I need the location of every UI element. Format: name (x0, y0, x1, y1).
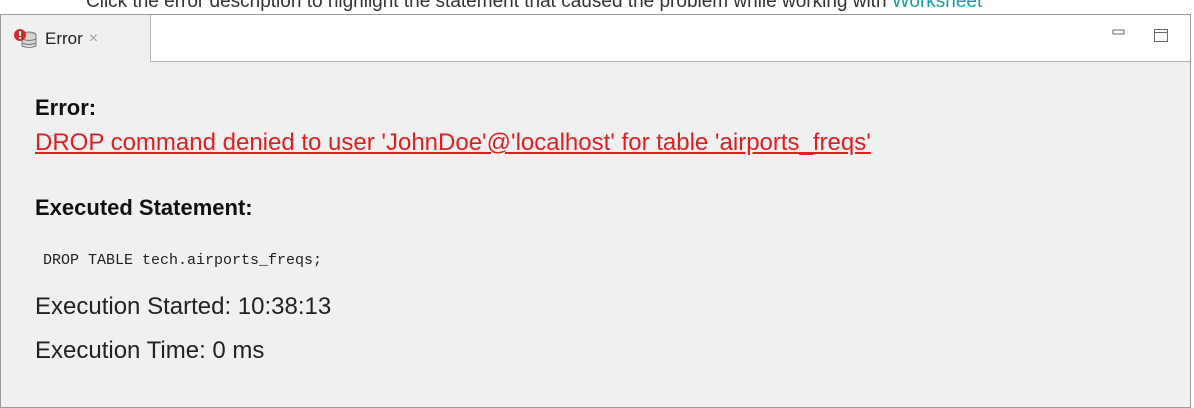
close-icon[interactable]: × (89, 30, 98, 48)
error-view-panel: Error × Error: DROP command denied to us… (0, 14, 1191, 408)
execution-started: Execution Started: 10:38:13 (35, 293, 332, 320)
tab-error-label: Error (45, 28, 83, 48)
maximize-icon[interactable] (1153, 27, 1169, 43)
tab-bar: Error × (1, 14, 1190, 62)
execution-time: Execution Time: 0 ms (35, 337, 265, 364)
executed-statement-code: DROP TABLE tech.airports_freqs; (43, 252, 323, 269)
tab-error[interactable]: Error × (1, 15, 151, 62)
instruction-text: Click the error description to highlight… (86, 0, 982, 13)
instruction-body: Click the error description to highlight… (86, 0, 892, 12)
worksheet-link[interactable]: Worksheet (892, 0, 982, 12)
instruction-line: Click the error description to highlight… (0, 0, 1194, 14)
minimize-icon[interactable] (1111, 27, 1127, 43)
database-error-icon (13, 28, 39, 50)
error-heading: Error: (35, 95, 97, 120)
executed-statement-heading: Executed Statement: (35, 195, 253, 220)
error-message-link[interactable]: DROP command denied to user 'JohnDoe'@'l… (35, 129, 871, 157)
